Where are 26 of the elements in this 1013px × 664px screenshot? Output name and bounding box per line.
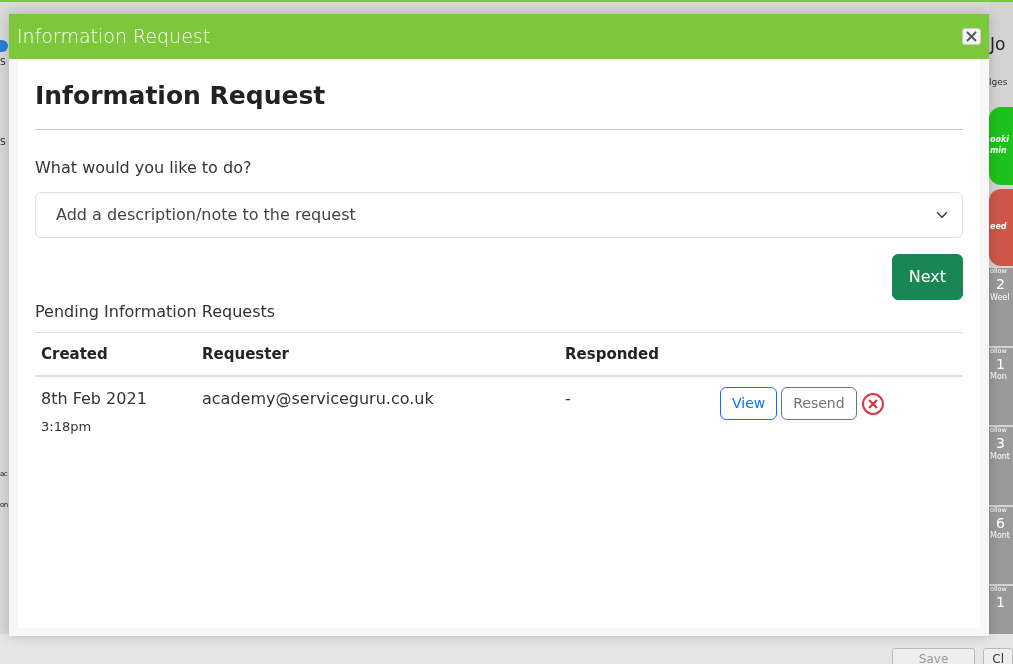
delete-icon[interactable] bbox=[860, 391, 885, 416]
time-text: 3:18pm bbox=[41, 418, 93, 436]
column-header: Responded bbox=[559, 332, 714, 376]
tab-label[interactable]: lges bbox=[989, 75, 1008, 89]
table-cell: academy@serviceguru.co.uk bbox=[196, 376, 559, 447]
label-text: S bbox=[0, 56, 6, 69]
date-text: 8th Feb 2021 bbox=[41, 389, 147, 408]
chat-icon bbox=[0, 40, 8, 52]
question-label: What would you like to do? bbox=[35, 156, 253, 179]
action-select[interactable]: Add a description/note to the request bbox=[35, 191, 963, 238]
resend-button[interactable]: Resend bbox=[781, 387, 857, 420]
modal-title: Information Request bbox=[17, 24, 211, 50]
modal-heading: Information Request bbox=[35, 77, 963, 130]
next-button[interactable]: Next bbox=[891, 253, 963, 300]
status-badge: ooki min bbox=[989, 107, 1013, 185]
close-icon bbox=[966, 31, 977, 42]
close-button[interactable]: Cl bbox=[983, 648, 1013, 664]
label-text: S bbox=[0, 135, 6, 149]
view-button[interactable]: View bbox=[720, 387, 778, 420]
table-cell: - bbox=[559, 376, 714, 447]
column-header: Requester bbox=[196, 332, 559, 376]
status-badge: eed bbox=[989, 188, 1013, 267]
close-button[interactable] bbox=[962, 28, 981, 45]
section-title: Pending Information Requests bbox=[35, 299, 963, 333]
column-header: Created bbox=[35, 332, 196, 376]
page-title: Jo bbox=[990, 33, 1006, 56]
